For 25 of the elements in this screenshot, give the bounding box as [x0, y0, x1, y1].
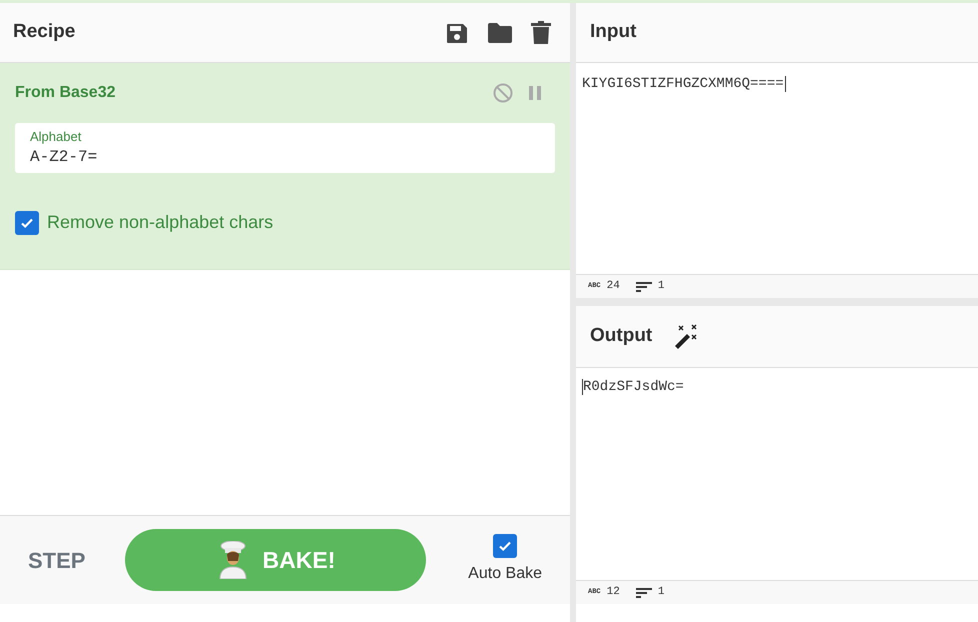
output-area[interactable]: R0dzSFJsdWc= [576, 368, 978, 580]
auto-bake-label: Auto Bake [468, 564, 542, 584]
checkbox[interactable] [15, 210, 39, 234]
auto-bake-checkbox[interactable] [493, 534, 518, 558]
output-title: Output [590, 324, 652, 348]
field-label: Alphabet [30, 128, 82, 146]
operation-title: From Base32 [15, 83, 116, 103]
input-area[interactable]: KIYGI6STIZFHGZCXMM6Q==== [576, 63, 978, 274]
length-count: 12 [606, 585, 620, 600]
step-button[interactable]: STEP [28, 544, 86, 576]
input-text: KIYGI6STIZFHGZCXMM6Q==== [582, 76, 786, 92]
length-count: 24 [606, 279, 620, 294]
field-value: A-Z2-7= [30, 146, 98, 166]
trash-icon[interactable] [531, 20, 551, 44]
lines-icon [636, 588, 652, 598]
output-text: R0dzSFJsdWc= [582, 379, 684, 395]
checkbox-label: Remove non-alphabet chars [47, 211, 274, 234]
recipe-title: Recipe [13, 20, 76, 44]
line-count: 1 [658, 279, 664, 294]
lines-icon [636, 282, 652, 292]
input-title: Input [590, 20, 636, 44]
line-count: 1 [658, 585, 664, 600]
chef-icon [216, 541, 249, 579]
alphabet-field[interactable]: Alphabet A-Z2-7= [15, 123, 555, 173]
folder-icon[interactable] [487, 22, 513, 44]
